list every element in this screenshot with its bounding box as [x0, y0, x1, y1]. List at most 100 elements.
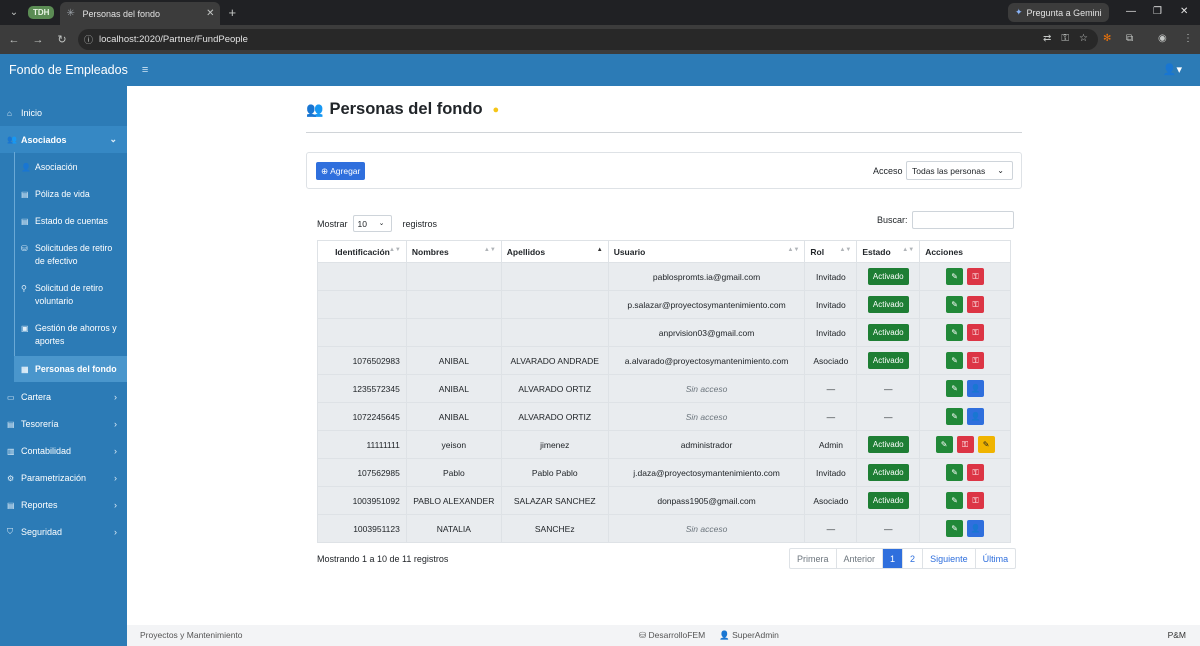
address-bar[interactable]: ⓘ localhost:2020/Partner/FundPeople ⇄ ⚿ … — [78, 29, 1098, 50]
column-header-identificacion[interactable]: Identificación ▲▼ — [317, 240, 407, 263]
sidebar-item-label: Parametrización — [21, 473, 87, 483]
sidebar-item-seguridad[interactable]: ⛉ Seguridad › — [0, 524, 127, 540]
edit-button[interactable]: ✎ — [946, 296, 964, 313]
pagination-previous[interactable]: Anterior — [837, 549, 884, 568]
column-header-estado[interactable]: Estado ▲▼ — [856, 240, 921, 263]
site-info-icon[interactable]: ⓘ — [84, 33, 93, 46]
edit-button[interactable]: ✎ — [946, 268, 964, 285]
user-menu-icon[interactable]: 👤▾ — [1163, 63, 1182, 76]
cell-acciones: ✎ ⚿ ✎ — [919, 430, 1011, 459]
sidebar-item-label: Contabilidad — [21, 446, 72, 456]
sort-icon: ▲▼ — [839, 247, 852, 253]
sidebar-item-cartera[interactable]: ▭ Cartera › — [0, 389, 127, 405]
cell-nombres — [405, 262, 502, 291]
grant-access-button[interactable]: 👤 — [967, 380, 985, 397]
lightbulb-icon[interactable]: ● — [493, 104, 500, 116]
sidebar-subitem-estado-cuentas[interactable]: ▤ Estado de cuentas — [14, 215, 127, 228]
column-header-nombres[interactable]: Nombres ▲▼ — [405, 240, 502, 263]
table-info: Mostrando 1 a 10 de 11 registros — [317, 554, 449, 564]
close-icon[interactable]: ✕ — [206, 8, 214, 19]
edit-button[interactable]: ✎ — [946, 408, 964, 425]
sidebar-subitem-poliza[interactable]: ▤ Póliza de vida — [14, 188, 127, 201]
people-icon: 👥 — [306, 101, 324, 117]
edit-button[interactable]: ✎ — [946, 464, 964, 481]
sidebar-item-tesoreria[interactable]: ▤ Tesorería › — [0, 416, 127, 432]
cell-identificacion: 11111111 — [317, 430, 407, 459]
translate-icon[interactable]: ⇄ — [1043, 33, 1051, 44]
app-brand[interactable]: Fondo de Empleados — [9, 63, 128, 77]
tab-group-label[interactable]: TDH — [28, 6, 55, 19]
gemini-label: Pregunta a Gemini — [1026, 7, 1102, 18]
reset-password-button[interactable]: ⚿ — [967, 324, 985, 341]
cell-apellidos: ALVARADO ORTIZ — [500, 402, 609, 431]
edit-button[interactable]: ✎ — [946, 492, 964, 509]
sidebar-item-asociados[interactable]: 👥 Asociados ⌄ — [0, 126, 127, 153]
extension-icon[interactable]: ✻ — [1103, 33, 1111, 44]
password-key-icon[interactable]: ⚿ — [1061, 33, 1069, 44]
column-header-rol[interactable]: Rol ▲▼ — [804, 240, 858, 263]
sidebar-subitem-retiro-efectivo[interactable]: ⛁ Solicitudes de retiro de efectivo — [14, 242, 119, 268]
pagination-first[interactable]: Primera — [790, 549, 837, 568]
sidebar-item-reportes[interactable]: ▤ Reportes › — [0, 497, 127, 513]
edit-button[interactable]: ✎ — [946, 380, 964, 397]
new-tab-icon[interactable]: + — [228, 5, 236, 20]
bookmark-star-icon[interactable]: ☆ — [1079, 33, 1088, 44]
column-header-apellidos[interactable]: Apellidos ▲ — [500, 240, 609, 263]
reset-password-button[interactable]: ⚿ — [967, 352, 985, 369]
page-length-select[interactable]: 10 ⌄ — [352, 215, 392, 232]
pagination-page-2[interactable]: 2 — [903, 549, 924, 568]
tab-search-icon[interactable]: ⌄ — [4, 4, 24, 22]
table-row: 1003951092 PABLO ALEXANDER SALAZAR SANCHEZ… — [317, 486, 1011, 515]
edit-button[interactable]: ✎ — [946, 520, 964, 537]
sidebar-subitem-personas[interactable]: ▦ Personas del fondo — [14, 356, 127, 382]
id-card-icon: ▦ — [21, 364, 29, 374]
extensions-puzzle-icon[interactable]: ⧉ — [1126, 33, 1133, 44]
pagination-page-1[interactable]: 1 — [883, 549, 904, 568]
browser-tab[interactable]: ✳ Personas del fondo ✕ — [60, 2, 221, 25]
edit-button[interactable]: ✎ — [946, 324, 964, 341]
sidebar: ⌂ Inicio 👥 Asociados ⌄ 👤 Asociación ▤ Pó… — [0, 86, 127, 646]
forward-icon[interactable]: → — [26, 34, 50, 46]
pagination-last[interactable]: Última — [976, 549, 1016, 568]
minimize-icon[interactable]: — — [1126, 6, 1136, 17]
maximize-icon[interactable]: ❐ — [1153, 6, 1162, 17]
sidebar-subitem-label: Asociación — [35, 162, 78, 172]
gemini-button[interactable]: ✦ Pregunta a Gemini — [1008, 3, 1109, 22]
cell-estado: Activado — [856, 262, 921, 291]
acceso-select[interactable]: Todas las personas ⌄ — [906, 161, 1013, 180]
search-input[interactable] — [911, 211, 1014, 229]
header-label: Nombres — [411, 246, 449, 257]
reset-password-button[interactable]: ⚿ — [967, 296, 985, 313]
sidebar-subitem-asociacion[interactable]: 👤 Asociación — [14, 161, 127, 174]
menu-toggle-icon[interactable]: ≡ — [142, 64, 148, 76]
admin-edit-button[interactable]: ✎ — [977, 436, 995, 453]
back-icon[interactable]: ← — [2, 34, 26, 46]
row-actions: ✎ ⚿ ✎ — [924, 436, 1006, 453]
edit-button[interactable]: ✎ — [935, 436, 953, 453]
cell-nombres: ANIBAL — [405, 402, 502, 431]
add-button[interactable]: ⊕ Agregar — [316, 162, 366, 180]
column-header-usuario[interactable]: Usuario ▲▼ — [607, 240, 806, 263]
browser-menu-icon[interactable]: ⋮ — [1183, 33, 1193, 44]
sort-icon: ▲▼ — [787, 247, 800, 253]
reset-password-button[interactable]: ⚿ — [967, 492, 985, 509]
cell-usuario: anprvision03@gmail.com — [607, 318, 806, 347]
pagination-next[interactable]: Siguiente — [923, 549, 976, 568]
profile-avatar-icon[interactable]: ◉ — [1158, 33, 1167, 44]
reload-icon[interactable]: ↻ — [50, 33, 74, 46]
sidebar-subitem-ahorros[interactable]: ▣ Gestión de ahorros y aportes — [14, 322, 122, 348]
sidebar-subitem-retiro-voluntario[interactable]: ⚲ Solicitud de retiro voluntario — [14, 282, 114, 308]
window-close-icon[interactable]: ✕ — [1180, 6, 1188, 17]
grant-access-button[interactable]: 👤 — [967, 520, 985, 537]
cell-usuario: Sin acceso — [607, 514, 806, 543]
footer-user-label: SuperAdmin — [732, 630, 779, 640]
reset-password-button[interactable]: ⚿ — [956, 436, 974, 453]
toolbar-card: ⊕ Agregar Acceso Todas las personas ⌄ — [306, 152, 1022, 189]
sidebar-item-inicio[interactable]: ⌂ Inicio — [0, 105, 127, 121]
reset-password-button[interactable]: ⚿ — [967, 464, 985, 481]
sidebar-item-parametrizacion[interactable]: ⚙ Parametrización › — [0, 470, 127, 486]
grant-access-button[interactable]: 👤 — [967, 408, 985, 425]
reset-password-button[interactable]: ⚿ — [967, 268, 985, 285]
edit-button[interactable]: ✎ — [946, 352, 964, 369]
sidebar-item-contabilidad[interactable]: ▥ Contabilidad › — [0, 443, 127, 459]
